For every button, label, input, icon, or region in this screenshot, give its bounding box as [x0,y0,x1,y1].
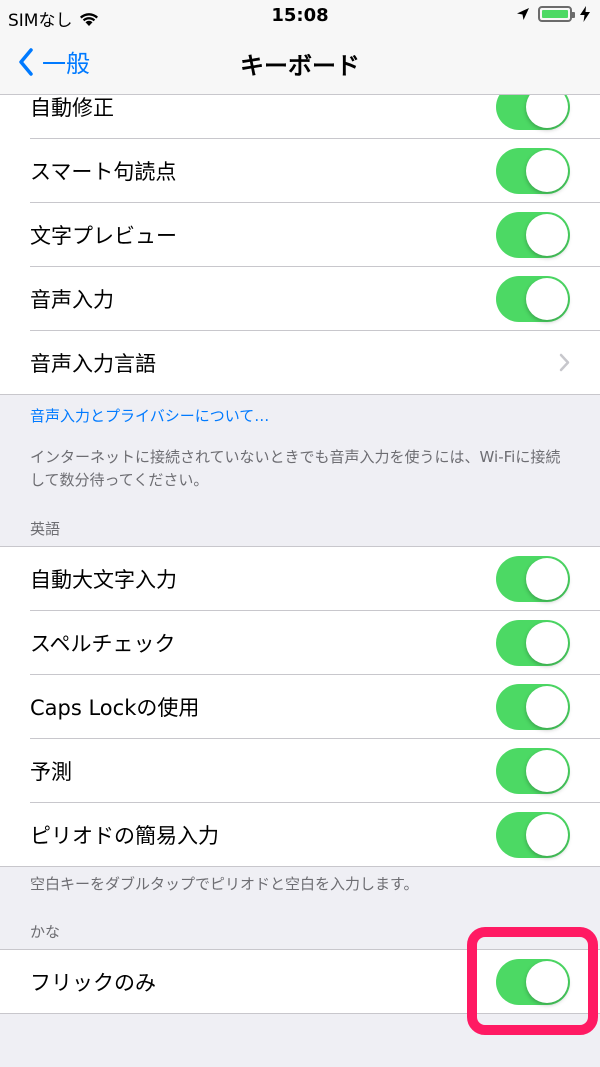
status-bar-overlay: SIMなし 15:08 [0,0,600,32]
caps-lock-toggle[interactable] [496,684,570,730]
smart-punctuation-toggle[interactable] [496,148,570,194]
setting-row-dictation-languages[interactable]: 音声入力言語 [30,331,600,394]
setting-label: 文字プレビュー [30,224,177,248]
navigation-bar-overlay: 一般 キーボード [0,32,600,95]
section-header-kana: かな [30,923,61,941]
setting-row-period-shortcut: ピリオドの簡易入力 [30,803,600,866]
setting-label: 予測 [30,760,72,784]
setting-label: フリックのみ [30,971,156,995]
setting-label: 音声入力 [30,288,114,312]
location-arrow-icon [517,8,529,20]
dictation-privacy-link[interactable]: 音声入力とプライバシーについて… [30,405,269,426]
setting-label: 音声入力言語 [30,352,156,376]
setting-row-character-preview: 文字プレビュー [30,203,600,267]
page-title: キーボード [240,52,360,80]
spell-check-toggle[interactable] [496,620,570,666]
dictation-toggle[interactable] [496,276,570,322]
battery-icon [538,6,575,22]
setting-row-dictation: 音声入力 [30,267,600,331]
dictation-offline-note: インターネットに接続されていないときでも音声入力を使うには、Wi-Fiに接続して… [30,448,561,489]
setting-label: ピリオドの簡易入力 [30,824,219,848]
setting-label: スマート句読点 [30,160,177,184]
auto-capitalization-toggle[interactable] [496,556,570,602]
charging-bolt-icon [580,6,590,22]
setting-row-caps-lock: Caps Lockの使用 [30,675,600,739]
battery-fill [542,10,568,18]
setting-row-auto-capitalization: 自動大文字入力 [30,547,600,611]
setting-row-predictive: 予測 [30,739,600,803]
period-shortcut-note: 空白キーをダブルタップでピリオドと空白を入力します。 [30,875,419,893]
setting-label: スペルチェック [30,632,176,656]
section-header-english: 英語 [30,520,61,538]
english-settings-group: 自動大文字入力 スペルチェック Caps Lockの使用 予測 ピリオドの簡易入… [0,546,600,867]
setting-label: 自動大文字入力 [30,568,177,592]
period-shortcut-toggle[interactable] [496,812,570,858]
setting-row-spell-check: スペルチェック [30,611,600,675]
chevron-right-icon [559,353,570,372]
status-right [516,6,590,22]
setting-row-smart-punctuation: スマート句読点 [30,139,600,203]
status-time: 15:08 [271,5,329,26]
setting-label: Caps Lockの使用 [30,696,200,720]
setting-label: 自動修正 [30,96,114,120]
general-settings-group: 自動修正 スマート句読点 文字プレビュー 音声入力 音声入力言語 [0,75,600,395]
character-preview-toggle[interactable] [496,212,570,258]
predictive-toggle[interactable] [496,748,570,794]
highlight-box [467,927,598,1035]
